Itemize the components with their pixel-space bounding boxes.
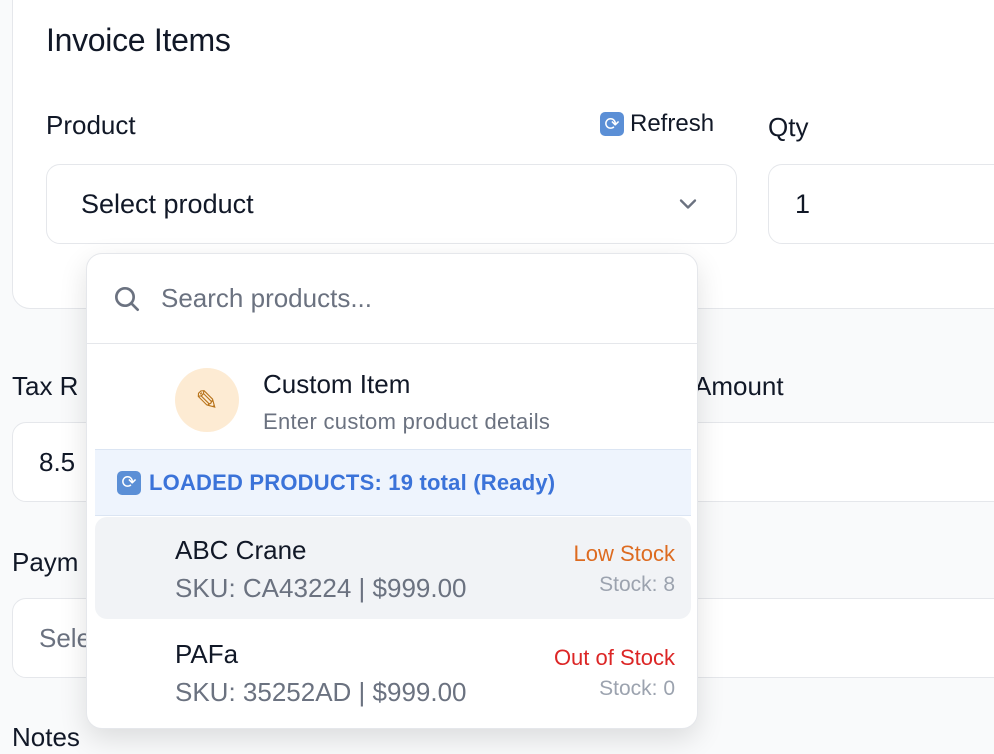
payment-placeholder: Sele bbox=[39, 622, 92, 653]
section-title: Invoice Items bbox=[46, 22, 231, 58]
payment-label: Paym bbox=[12, 547, 79, 577]
product-dropdown: Search products... ✎ Custom Item Enter c… bbox=[86, 253, 698, 729]
product-option[interactable]: ABC Crane SKU: CA43224 | $999.00 Low Sto… bbox=[95, 517, 691, 619]
stock-status-badge: Out of Stock bbox=[553, 645, 675, 670]
chevron-down-icon bbox=[674, 190, 702, 218]
stock-count: Stock: 0 bbox=[599, 677, 675, 700]
search-icon bbox=[111, 283, 143, 315]
tax-rate-value: 8.5 bbox=[39, 446, 76, 477]
product-select-value: Select product bbox=[81, 188, 254, 219]
product-option[interactable]: PAFa SKU: 35252AD | $999.00 Out of Stock… bbox=[95, 621, 691, 723]
tax-rate-label: Tax R bbox=[12, 371, 79, 401]
qty-label: Qty bbox=[768, 112, 809, 142]
custom-item-subtitle: Enter custom product details bbox=[263, 409, 551, 434]
qty-value: 1 bbox=[795, 188, 811, 219]
amount-label: Amount bbox=[694, 371, 784, 401]
product-sku-price: SKU: CA43224 | $999.00 bbox=[175, 573, 467, 603]
product-label: Product bbox=[46, 110, 136, 140]
loaded-products-text: LOADED PRODUCTS: 19 total (Ready) bbox=[149, 469, 556, 495]
search-input[interactable]: Search products... bbox=[161, 283, 372, 314]
product-name: PAFa bbox=[175, 639, 239, 669]
product-sku-price: SKU: 35252AD | $999.00 bbox=[175, 677, 467, 707]
stock-count: Stock: 8 bbox=[599, 573, 675, 596]
refresh-icon: ⟳ bbox=[600, 112, 624, 136]
qty-input[interactable]: 1 bbox=[768, 164, 994, 244]
loaded-products-banner: ⟳ LOADED PRODUCTS: 19 total (Ready) bbox=[95, 449, 691, 516]
refresh-icon: ⟳ bbox=[117, 470, 141, 495]
pencil-icon: ✎ bbox=[175, 368, 239, 432]
product-select[interactable]: Select product bbox=[46, 164, 737, 244]
refresh-label: Refresh bbox=[630, 110, 715, 137]
custom-item-title: Custom Item bbox=[263, 369, 411, 399]
search-row[interactable]: Search products... bbox=[87, 254, 697, 344]
refresh-button[interactable]: ⟳ Refresh bbox=[600, 110, 714, 138]
product-name: ABC Crane bbox=[175, 535, 307, 565]
notes-label: Notes bbox=[12, 722, 80, 752]
custom-item-option[interactable]: ✎ Custom Item Enter custom product detai… bbox=[87, 345, 697, 449]
stock-status-badge: Low Stock bbox=[573, 541, 676, 566]
